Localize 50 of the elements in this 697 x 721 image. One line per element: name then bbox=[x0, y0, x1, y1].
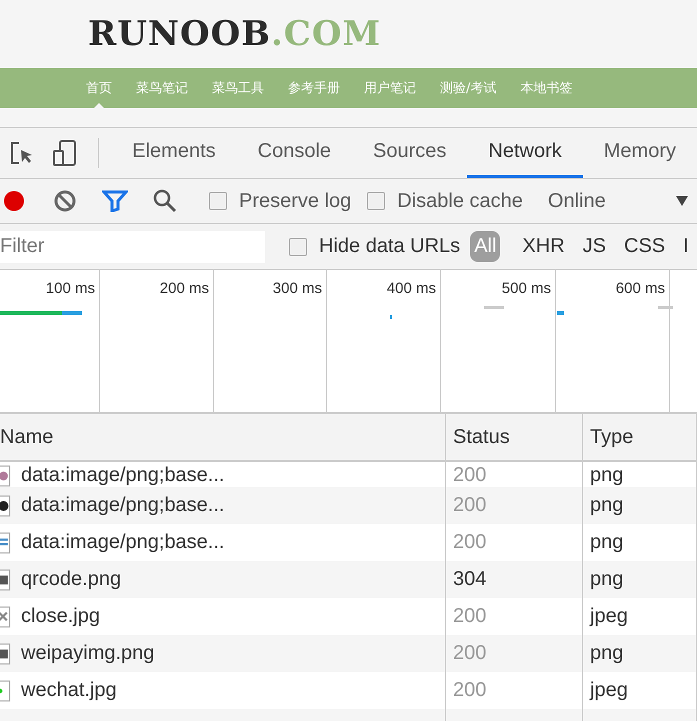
devtools-tab[interactable]: Memory bbox=[582, 128, 697, 178]
type-filter[interactable]: XHR bbox=[518, 231, 569, 262]
devtools-tab[interactable]: Console bbox=[236, 128, 352, 178]
waterfall-bar bbox=[484, 306, 504, 309]
type-filter[interactable]: CSS bbox=[620, 231, 670, 262]
search-icon[interactable] bbox=[152, 188, 178, 214]
request-name[interactable]: weipayimg.png bbox=[21, 642, 154, 665]
caret-icon bbox=[676, 196, 688, 206]
time-tick-label: 100 ms bbox=[46, 280, 95, 298]
time-tick-label: 500 ms bbox=[502, 280, 551, 298]
clear-icon[interactable] bbox=[53, 189, 77, 213]
column-header[interactable]: Type bbox=[583, 414, 697, 460]
resource-type: png bbox=[590, 464, 624, 487]
request-name[interactable]: data:image/png;base... bbox=[21, 531, 224, 554]
time-tick-label: 300 ms bbox=[272, 280, 322, 298]
status-code: 200 bbox=[453, 679, 486, 702]
request-name[interactable]: data:image/png;base... bbox=[21, 494, 224, 517]
resource-type: jpeg bbox=[590, 679, 628, 702]
filter-input[interactable]: Filter bbox=[0, 230, 265, 262]
throttling-dropdown[interactable]: Online bbox=[548, 190, 688, 212]
status-code: 304 bbox=[453, 568, 486, 591]
type-filter[interactable]: I bbox=[679, 231, 693, 262]
column-header[interactable]: Name bbox=[0, 414, 446, 460]
request-name[interactable]: close.jpg bbox=[21, 605, 100, 628]
resource-type: png bbox=[590, 568, 624, 591]
request-name[interactable]: data:image/png;base... bbox=[21, 464, 224, 487]
disable-cache-checkbox[interactable]: Disable cache bbox=[367, 190, 523, 212]
resource-type: jpeg bbox=[590, 605, 628, 628]
request-name[interactable]: qrcode.png bbox=[21, 568, 122, 591]
waterfall-bar bbox=[557, 311, 564, 315]
resource-type: png bbox=[590, 531, 624, 554]
resource-type: png bbox=[590, 494, 624, 517]
filter-icon[interactable] bbox=[102, 190, 128, 212]
time-tick-label: 600 ms bbox=[616, 280, 665, 298]
devtools-tab[interactable]: Elements bbox=[111, 128, 237, 178]
status-code: 200 bbox=[453, 464, 486, 487]
status-code: 200 bbox=[453, 605, 486, 628]
devtools-tab[interactable]: Sources bbox=[352, 128, 468, 178]
status-code: 200 bbox=[453, 531, 486, 554]
status-code: 200 bbox=[453, 642, 486, 665]
type-filter[interactable]: JS bbox=[578, 231, 610, 262]
column-header[interactable]: Status bbox=[446, 414, 583, 460]
time-tick-label: 200 ms bbox=[160, 280, 209, 298]
resource-type: png bbox=[590, 642, 624, 665]
preserve-log-checkbox[interactable]: Preserve log bbox=[209, 190, 352, 212]
status-code: 200 bbox=[453, 494, 486, 517]
hide-data-urls-checkbox[interactable]: Hide data URLs bbox=[289, 235, 460, 258]
request-name[interactable]: wechat.jpg bbox=[21, 679, 117, 702]
record-icon[interactable] bbox=[2, 189, 26, 213]
time-tick-label: 400 ms bbox=[386, 280, 436, 298]
